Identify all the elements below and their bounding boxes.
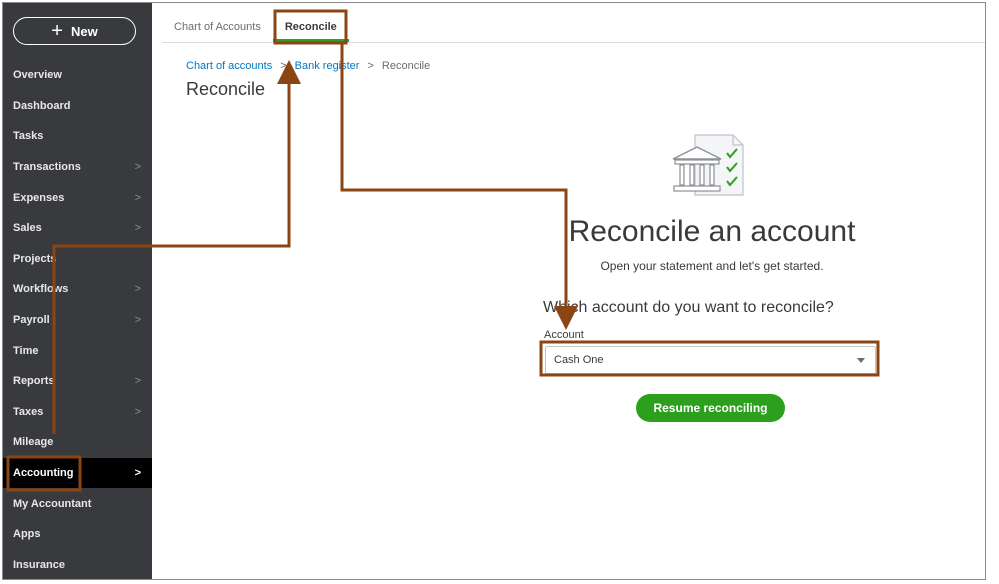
new-button[interactable]: + New (13, 17, 136, 45)
sidebar-item-overview[interactable]: Overview (3, 60, 152, 91)
sidebar-nav: Overview Dashboard Tasks Transactions > E… (3, 60, 152, 580)
sidebar-item-dashboard[interactable]: Dashboard (3, 91, 152, 122)
reconcile-headline: Reconcile an account (568, 215, 856, 248)
sidebar-item-label: Insurance (13, 558, 65, 571)
breadcrumb-bank-register[interactable]: Bank register (295, 60, 360, 72)
chevron-right-icon: > (134, 222, 141, 235)
sidebar-item-accounting[interactable]: Accounting > (3, 457, 152, 489)
sidebar-item-mileage[interactable]: Mileage (3, 427, 152, 458)
sidebar-item-label: Transactions (13, 161, 81, 174)
sidebar-item-projects[interactable]: Projects (3, 244, 152, 275)
main-content: Chart of Accounts Reconcile Chart of acc… (152, 3, 985, 579)
sidebar-item-label: Taxes (13, 405, 44, 418)
breadcrumb-chart-of-accounts[interactable]: Chart of accounts (186, 60, 272, 72)
sidebar-item-label: Payroll (13, 314, 50, 327)
sidebar-item-label: Expenses (13, 191, 65, 204)
chevron-right-icon: > (134, 405, 141, 418)
sidebar-item-label: Projects (13, 252, 57, 265)
sidebar-item-payroll[interactable]: Payroll > (3, 305, 152, 336)
sidebar: + New Overview Dashboard Tasks Transacti… (3, 3, 152, 579)
sidebar-item-expenses[interactable]: Expenses > (3, 182, 152, 213)
reconcile-subtitle: Open your statement and let's get starte… (600, 259, 824, 273)
sidebar-item-label: Mileage (13, 436, 54, 449)
sidebar-item-sales[interactable]: Sales > (3, 213, 152, 244)
sidebar-item-my-accountant[interactable]: My Accountant (3, 488, 152, 519)
chevron-right-icon: > (134, 375, 141, 388)
sidebar-item-apps[interactable]: Apps (3, 519, 152, 550)
chevron-right-icon: > (134, 314, 141, 327)
page-title: Reconcile (186, 79, 266, 99)
sidebar-item-label: Sales (13, 222, 42, 235)
plus-icon: + (51, 20, 63, 42)
sidebar-item-label: Accounting (13, 467, 74, 480)
resume-reconciling-button[interactable]: Resume reconciling (636, 394, 785, 422)
sidebar-item-label: Dashboard (13, 99, 71, 112)
breadcrumb-separator: > (280, 60, 287, 72)
app-window: + New Overview Dashboard Tasks Transacti… (2, 2, 986, 580)
sidebar-item-label: Workflows (13, 283, 69, 296)
sidebar-item-transactions[interactable]: Transactions > (3, 152, 152, 183)
sidebar-item-taxes[interactable]: Taxes > (3, 397, 152, 428)
chevron-right-icon: > (134, 283, 141, 296)
breadcrumb-current: Reconcile (381, 60, 431, 72)
chevron-down-icon (857, 357, 865, 363)
chevron-right-icon: > (134, 467, 141, 480)
account-select-value: Cash One (554, 354, 604, 366)
sidebar-item-insurance[interactable]: Insurance (3, 550, 152, 580)
tab-chart-of-accounts[interactable]: Chart of Accounts (162, 21, 273, 42)
tab-bar: Chart of Accounts Reconcile (162, 3, 985, 43)
sidebar-item-label: Overview (13, 69, 62, 82)
tab-reconcile[interactable]: Reconcile (272, 21, 349, 42)
bank-statement-icon (672, 134, 744, 196)
sidebar-item-label: Reports (13, 375, 55, 388)
new-button-label: New (70, 23, 98, 39)
sidebar-item-tasks[interactable]: Tasks (3, 121, 152, 152)
sidebar-item-label: Time (13, 344, 39, 357)
sidebar-item-reports[interactable]: Reports > (3, 366, 152, 397)
account-question: Which account do you want to reconcile? (543, 299, 834, 316)
chevron-right-icon: > (134, 191, 141, 204)
sidebar-item-label: My Accountant (13, 497, 92, 510)
chevron-right-icon: > (134, 161, 141, 174)
account-field-label: Account (544, 329, 584, 341)
sidebar-item-label: Tasks (13, 130, 44, 143)
account-select[interactable]: Cash One (545, 346, 876, 374)
sidebar-item-workflows[interactable]: Workflows > (3, 274, 152, 305)
breadcrumb-separator: > (367, 60, 374, 72)
sidebar-item-time[interactable]: Time (3, 335, 152, 366)
sidebar-item-label: Apps (13, 528, 41, 541)
breadcrumb: Chart of accounts > Bank register > Reco… (186, 60, 430, 72)
